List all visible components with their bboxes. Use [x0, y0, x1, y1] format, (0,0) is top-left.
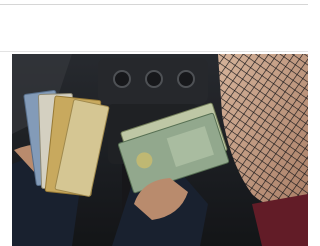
photo-illustration	[12, 54, 308, 246]
header-area	[0, 5, 308, 52]
cash-exchange-photo	[12, 54, 308, 246]
